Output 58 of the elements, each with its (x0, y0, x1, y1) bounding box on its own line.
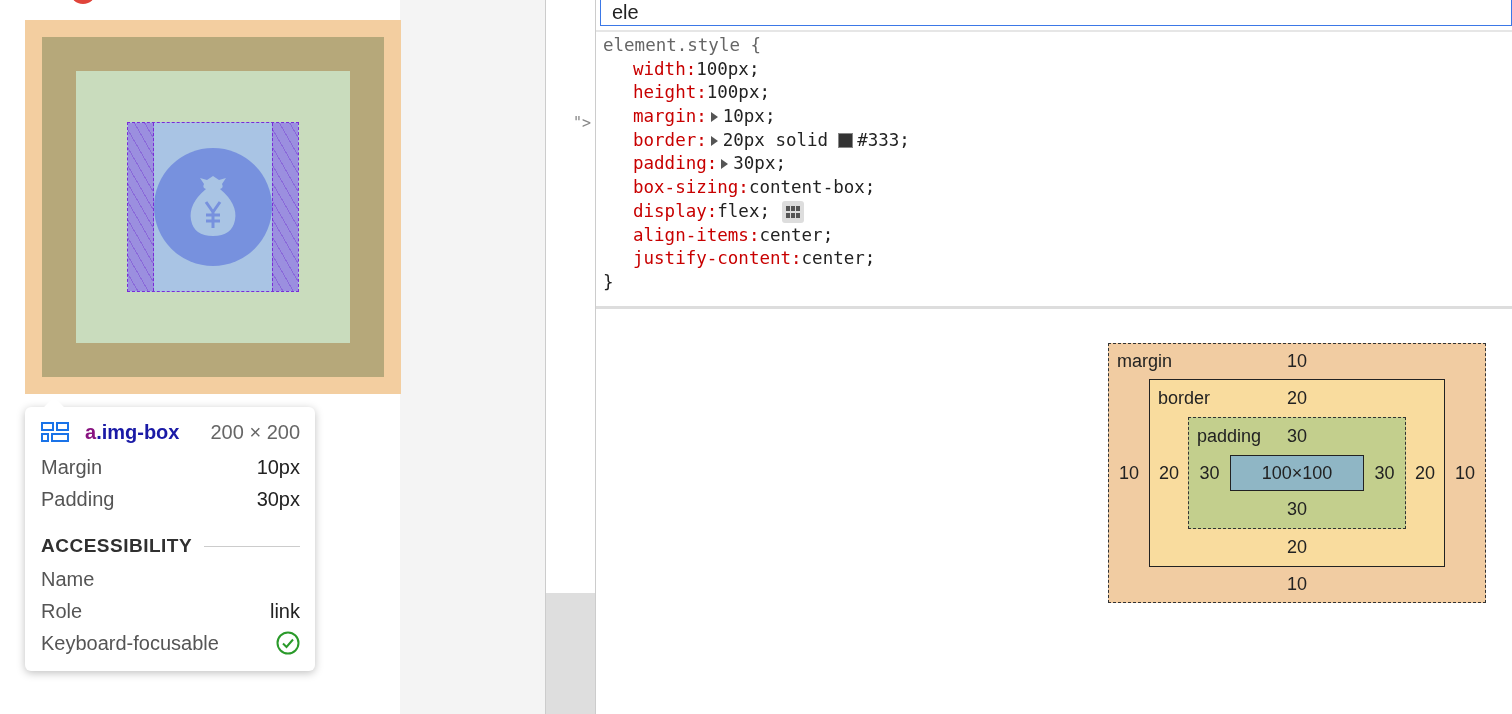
css-value[interactable]: 30px; (733, 152, 786, 177)
css-property[interactable]: padding: (633, 152, 718, 177)
property-value: 30px (256, 487, 300, 511)
padding-value: 30 (1198, 461, 1221, 485)
flexbox-editor-button[interactable] (782, 200, 804, 223)
property-label: Role (41, 599, 83, 623)
css-value[interactable]: center; (759, 223, 834, 248)
css-property[interactable]: display: (633, 199, 718, 224)
expand-triangle-icon[interactable] (710, 111, 718, 122)
css-property[interactable]: height: (633, 81, 707, 106)
css-property[interactable]: box-sizing: (633, 176, 749, 200)
css-property[interactable]: align-items: (633, 223, 760, 248)
css-value[interactable]: 100px; (696, 57, 760, 82)
closing-brace: } (603, 270, 615, 294)
css-property[interactable]: width: (633, 57, 697, 82)
css-property[interactable]: border: (633, 128, 707, 153)
property-label: Name (41, 567, 95, 591)
css-selector: element.style { (603, 34, 763, 57)
grid-icon (785, 204, 801, 219)
css-value[interactable]: flex; (717, 199, 770, 224)
element-selector: a.img-box (85, 420, 180, 444)
property-label: Keyboard-focusable (41, 631, 219, 655)
flex-layout-icon (41, 422, 69, 442)
money-bag-icon (154, 148, 272, 266)
css-value[interactable]: 20px solid (722, 128, 829, 153)
border-value: 20 (1287, 388, 1307, 409)
section-title: ACCESSIBILITY (41, 535, 193, 557)
border-value: 20 (1287, 537, 1307, 558)
element-dimensions: 200 × 200 (210, 420, 300, 444)
expand-triangle-icon[interactable] (710, 135, 718, 146)
filter-field[interactable]: ele (600, 0, 1512, 26)
margin-label: margin (1116, 351, 1173, 372)
css-value[interactable]: 100px; (706, 81, 770, 106)
border-value: 20 (1414, 461, 1436, 485)
color-swatch[interactable] (838, 133, 854, 149)
css-value[interactable]: #333; (857, 128, 910, 153)
margin-value: 10 (1287, 574, 1307, 595)
css-value[interactable]: center; (801, 247, 876, 271)
property-value: 10px (256, 455, 300, 479)
css-property[interactable]: margin: (633, 105, 707, 129)
property-label: Padding (41, 487, 115, 511)
css-property[interactable]: justify-content: (633, 247, 802, 271)
property-label: Margin (41, 455, 103, 479)
margin-value: 10 (1454, 461, 1476, 485)
margin-value: 10 (1118, 461, 1140, 485)
padding-label: padding (1196, 426, 1262, 447)
content-box: 100×100 (1230, 455, 1364, 491)
property-value: link (270, 599, 300, 623)
expand-triangle-icon[interactable] (721, 159, 729, 170)
markup-fragment: "> (573, 114, 593, 134)
css-value[interactable]: content-box; (748, 176, 876, 200)
padding-value: 30 (1373, 461, 1396, 485)
margin-value: 10 (1287, 351, 1307, 372)
padding-value: 30 (1287, 426, 1307, 447)
css-value[interactable]: 10px; (722, 105, 776, 129)
border-label: border (1157, 388, 1211, 409)
border-value: 20 (1158, 461, 1180, 485)
padding-value: 30 (1287, 499, 1307, 520)
